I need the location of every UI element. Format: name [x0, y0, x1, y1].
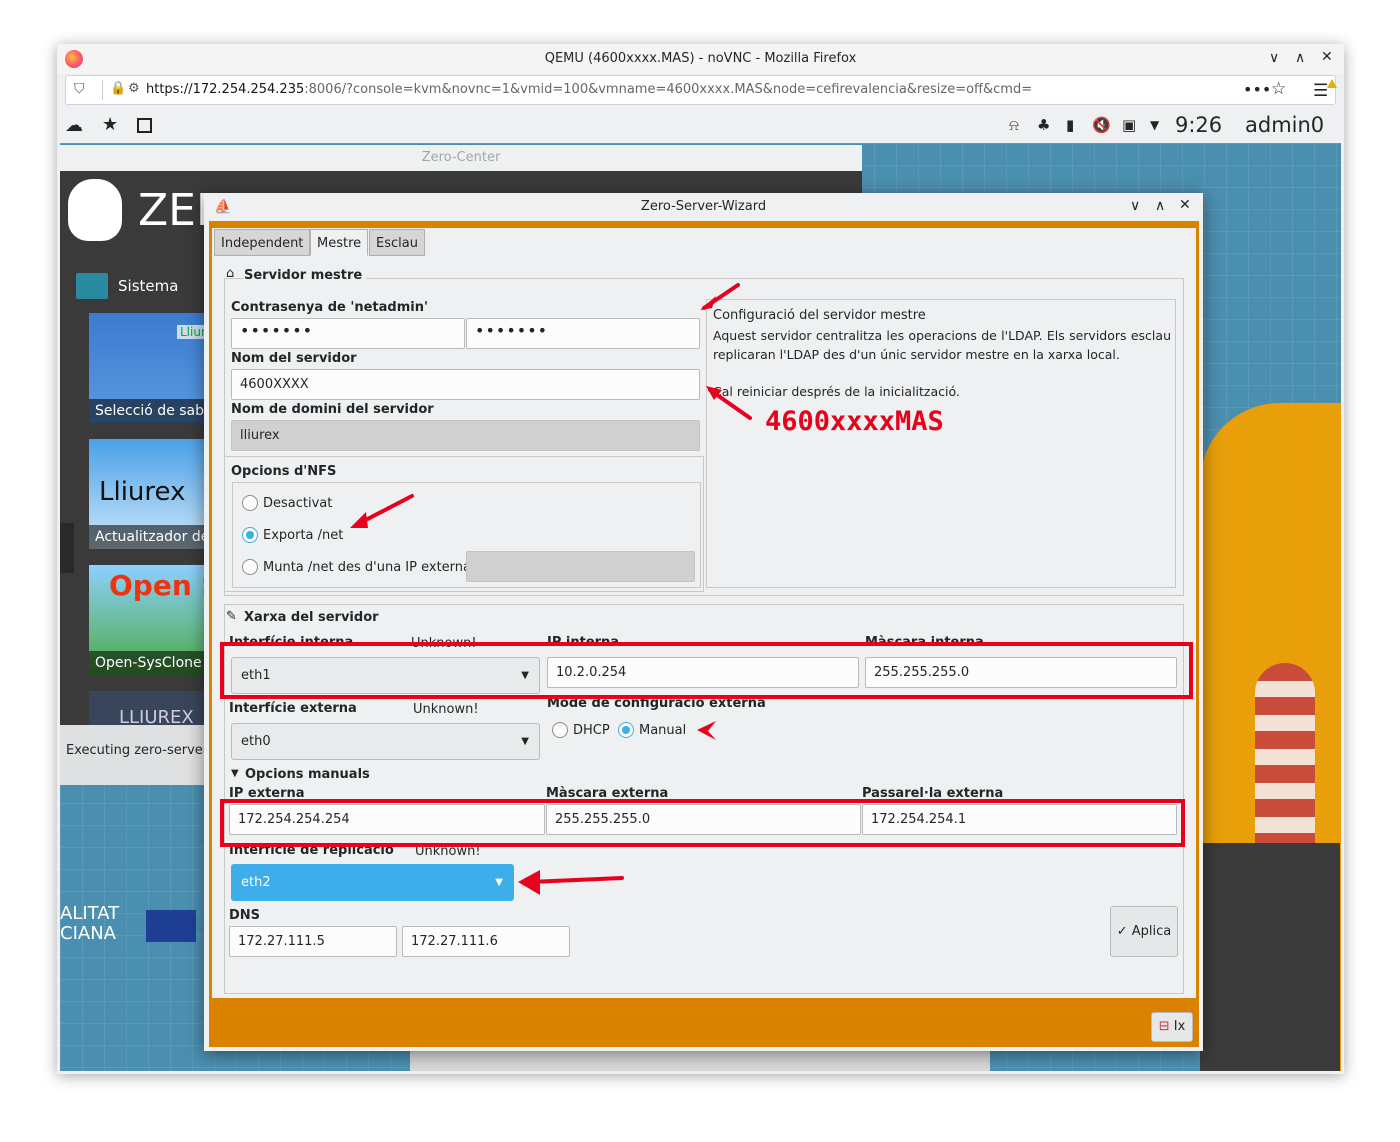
arrowhead-info — [700, 296, 716, 310]
arrowhead-manual — [697, 721, 716, 740]
arrowhead-nfs — [350, 512, 368, 528]
annotation-arrows — [350, 283, 752, 895]
arrowhead-replication — [518, 870, 540, 895]
arrow-replication — [528, 876, 624, 884]
